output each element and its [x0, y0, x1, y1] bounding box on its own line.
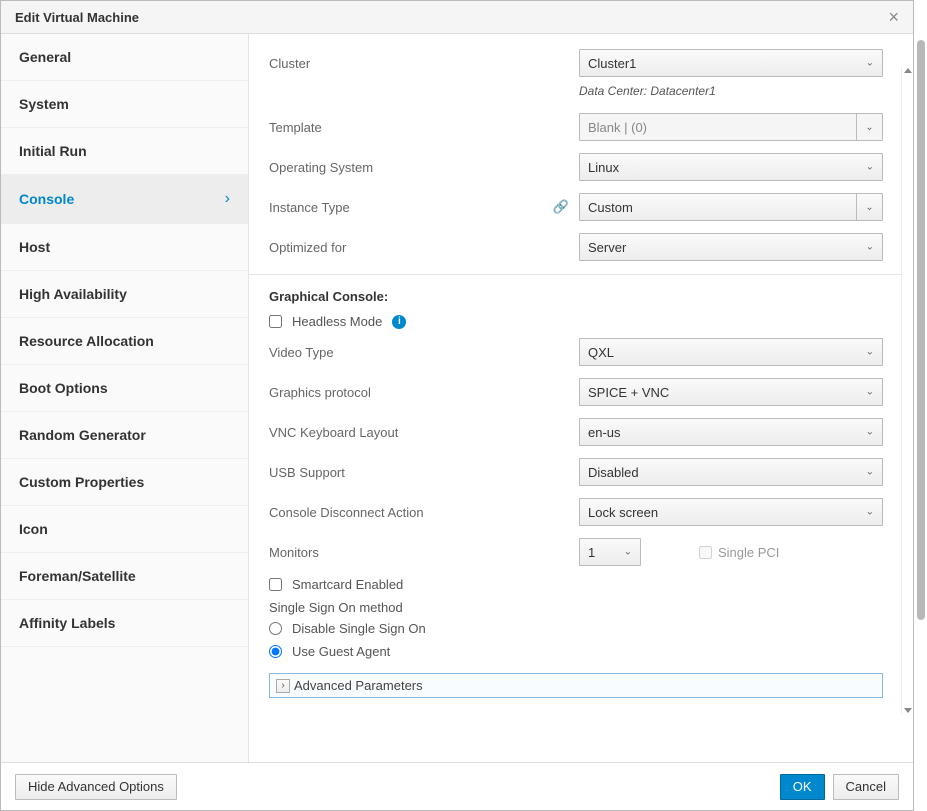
- content-pane: Cluster Cluster1 ⌄ Data Center: Datacent…: [249, 34, 913, 762]
- monitors-label: Monitors: [269, 545, 579, 560]
- sidebar-item-host[interactable]: Host: [1, 224, 248, 271]
- vnc-layout-select[interactable]: en-us ⌄: [579, 418, 883, 446]
- os-label: Operating System: [269, 160, 579, 175]
- chevron-down-icon: ⌄: [866, 427, 874, 438]
- chevron-down-icon: ⌄: [866, 242, 874, 253]
- graphical-console-title: Graphical Console:: [269, 289, 883, 304]
- page-scrollbar-thumb[interactable]: [917, 40, 925, 620]
- sidebar-item-general[interactable]: General: [1, 34, 248, 81]
- scroll-up-icon: [904, 68, 912, 73]
- sidebar-item-initial-run[interactable]: Initial Run: [1, 128, 248, 175]
- cluster-label: Cluster: [269, 56, 579, 71]
- disconnect-select[interactable]: Lock screen ⌄: [579, 498, 883, 526]
- datacenter-subtext: Data Center: Datacenter1: [579, 84, 883, 98]
- sso-disable-label: Disable Single Sign On: [292, 621, 426, 636]
- close-icon[interactable]: ×: [888, 8, 899, 26]
- template-label: Template: [269, 120, 579, 135]
- chevron-down-icon: ⌄: [866, 347, 874, 358]
- sso-disable-radio[interactable]: [269, 622, 282, 635]
- sidebar-item-icon[interactable]: Icon: [1, 506, 248, 553]
- graphics-protocol-select[interactable]: SPICE + VNC ⌄: [579, 378, 883, 406]
- template-select[interactable]: Blank | (0) ⌄: [579, 113, 883, 141]
- os-select[interactable]: Linux ⌄: [579, 153, 883, 181]
- edit-vm-modal: Edit Virtual Machine × General System In…: [0, 0, 914, 811]
- usb-select[interactable]: Disabled ⌄: [579, 458, 883, 486]
- sidebar-item-custom-properties[interactable]: Custom Properties: [1, 459, 248, 506]
- chevron-down-icon: ⌄: [866, 507, 874, 518]
- smartcard-checkbox[interactable]: [269, 578, 282, 591]
- sidebar-item-console[interactable]: Console ›: [1, 175, 248, 224]
- chevron-down-icon: ⌄: [866, 58, 874, 69]
- cancel-button[interactable]: Cancel: [833, 774, 899, 800]
- chevron-down-icon: ⌄: [866, 387, 874, 398]
- sidebar-item-random-generator[interactable]: Random Generator: [1, 412, 248, 459]
- sidebar-item-resource-allocation[interactable]: Resource Allocation: [1, 318, 248, 365]
- modal-title: Edit Virtual Machine: [15, 10, 139, 25]
- instance-type-label: Instance Type 🔗: [269, 199, 579, 215]
- sidebar-item-foreman-satellite[interactable]: Foreman/Satellite: [1, 553, 248, 600]
- advanced-parameters-expander[interactable]: › Advanced Parameters: [269, 673, 883, 698]
- modal-header: Edit Virtual Machine ×: [1, 1, 913, 34]
- sidebar-item-boot-options[interactable]: Boot Options: [1, 365, 248, 412]
- disconnect-label: Console Disconnect Action: [269, 505, 579, 520]
- chevron-right-icon: ›: [276, 679, 290, 693]
- link-icon: 🔗: [553, 199, 569, 215]
- headless-checkbox[interactable]: [269, 315, 282, 328]
- sidebar-item-affinity-labels[interactable]: Affinity Labels: [1, 600, 248, 647]
- optimized-label: Optimized for: [269, 240, 579, 255]
- usb-label: USB Support: [269, 465, 579, 480]
- single-pci-checkbox: [699, 546, 712, 559]
- vnc-layout-label: VNC Keyboard Layout: [269, 425, 579, 440]
- ok-button[interactable]: OK: [780, 774, 825, 800]
- single-pci-label: Single PCI: [718, 545, 779, 560]
- content-scrollbar[interactable]: [901, 67, 913, 714]
- sidebar-item-system[interactable]: System: [1, 81, 248, 128]
- chevron-down-icon: ⌄: [866, 467, 874, 478]
- chevron-down-icon: ⌄: [865, 202, 873, 213]
- video-type-select[interactable]: QXL ⌄: [579, 338, 883, 366]
- divider: [249, 274, 913, 275]
- graphics-protocol-label: Graphics protocol: [269, 385, 579, 400]
- sso-guest-radio[interactable]: [269, 645, 282, 658]
- smartcard-label: Smartcard Enabled: [292, 577, 403, 592]
- chevron-down-icon: ⌄: [865, 122, 873, 133]
- video-type-label: Video Type: [269, 345, 579, 360]
- headless-label: Headless Mode: [292, 314, 382, 329]
- chevron-down-icon: ⌄: [866, 162, 874, 173]
- chevron-right-icon: ›: [225, 190, 230, 208]
- modal-footer: Hide Advanced Options OK Cancel: [1, 762, 913, 810]
- sidebar-item-high-availability[interactable]: High Availability: [1, 271, 248, 318]
- instance-type-select[interactable]: Custom ⌄: [579, 193, 883, 221]
- chevron-down-icon: ⌄: [624, 547, 632, 558]
- cluster-select[interactable]: Cluster1 ⌄: [579, 49, 883, 77]
- sso-guest-label: Use Guest Agent: [292, 644, 390, 659]
- scroll-down-icon: [904, 708, 912, 713]
- hide-advanced-button[interactable]: Hide Advanced Options: [15, 774, 177, 800]
- modal-body: General System Initial Run Console › Hos…: [1, 34, 913, 762]
- monitors-select[interactable]: 1 ⌄: [579, 538, 641, 566]
- sidebar: General System Initial Run Console › Hos…: [1, 34, 249, 762]
- optimized-select[interactable]: Server ⌄: [579, 233, 883, 261]
- sso-title: Single Sign On method: [269, 600, 883, 615]
- info-icon[interactable]: i: [392, 315, 406, 329]
